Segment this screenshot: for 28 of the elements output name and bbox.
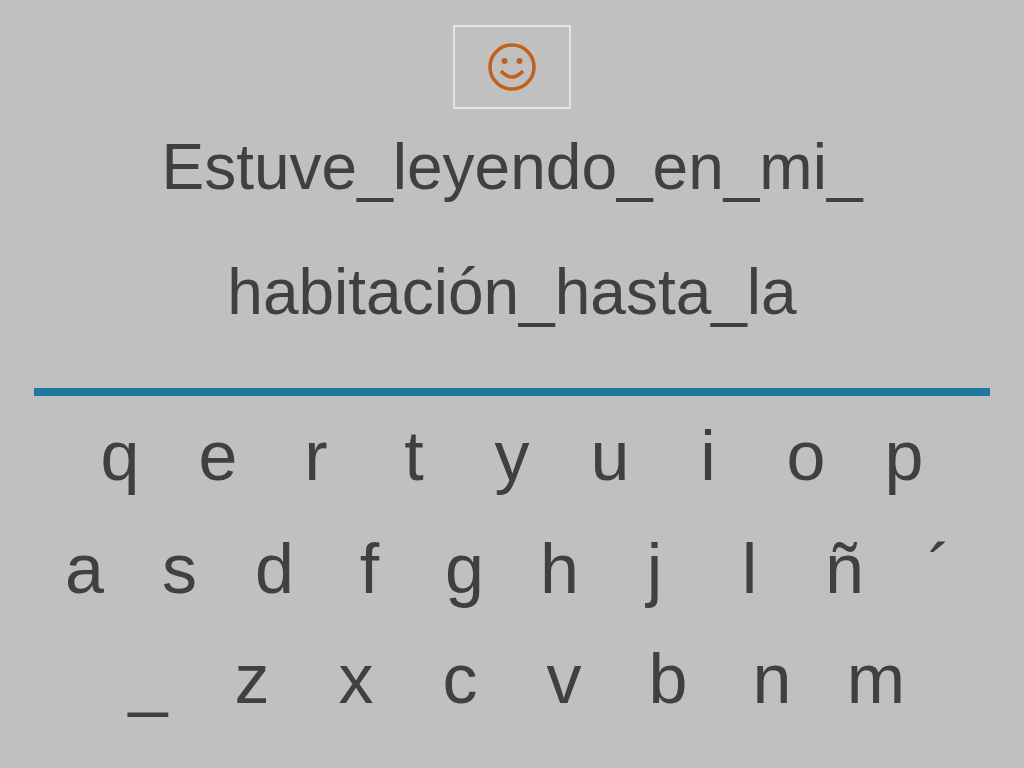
letter-key[interactable]: o	[757, 416, 855, 496]
letter-key[interactable]: a	[37, 529, 132, 609]
letter-key[interactable]: z	[200, 639, 304, 719]
letter-key[interactable]: d	[227, 529, 322, 609]
letter-key[interactable]: u	[561, 416, 659, 496]
letter-key[interactable]: x	[304, 639, 408, 719]
letter-key[interactable]: _	[96, 639, 200, 719]
letter-key[interactable]: s	[132, 529, 227, 609]
letter-key[interactable]: c	[408, 639, 512, 719]
letter-key[interactable]: r	[267, 416, 365, 496]
letter-key[interactable]: ´	[892, 529, 987, 609]
letter-key[interactable]: h	[512, 529, 607, 609]
smiley-icon	[486, 41, 538, 93]
letter-key[interactable]: b	[616, 639, 720, 719]
letter-key[interactable]: j	[607, 529, 702, 609]
letter-key[interactable]: e	[169, 416, 267, 496]
letter-key[interactable]: g	[417, 529, 512, 609]
letter-key[interactable]: q	[71, 416, 169, 496]
letter-key[interactable]: n	[720, 639, 824, 719]
letter-key[interactable]: y	[463, 416, 561, 496]
letter-key[interactable]: f	[322, 529, 417, 609]
letter-key[interactable]: v	[512, 639, 616, 719]
letter-key[interactable]: l	[702, 529, 797, 609]
letter-key[interactable]: p	[855, 416, 953, 496]
letter-key[interactable]: i	[659, 416, 757, 496]
letter-key[interactable]: ñ	[797, 529, 892, 609]
letter-key[interactable]: m	[824, 639, 928, 719]
letter-key[interactable]: t	[365, 416, 463, 496]
